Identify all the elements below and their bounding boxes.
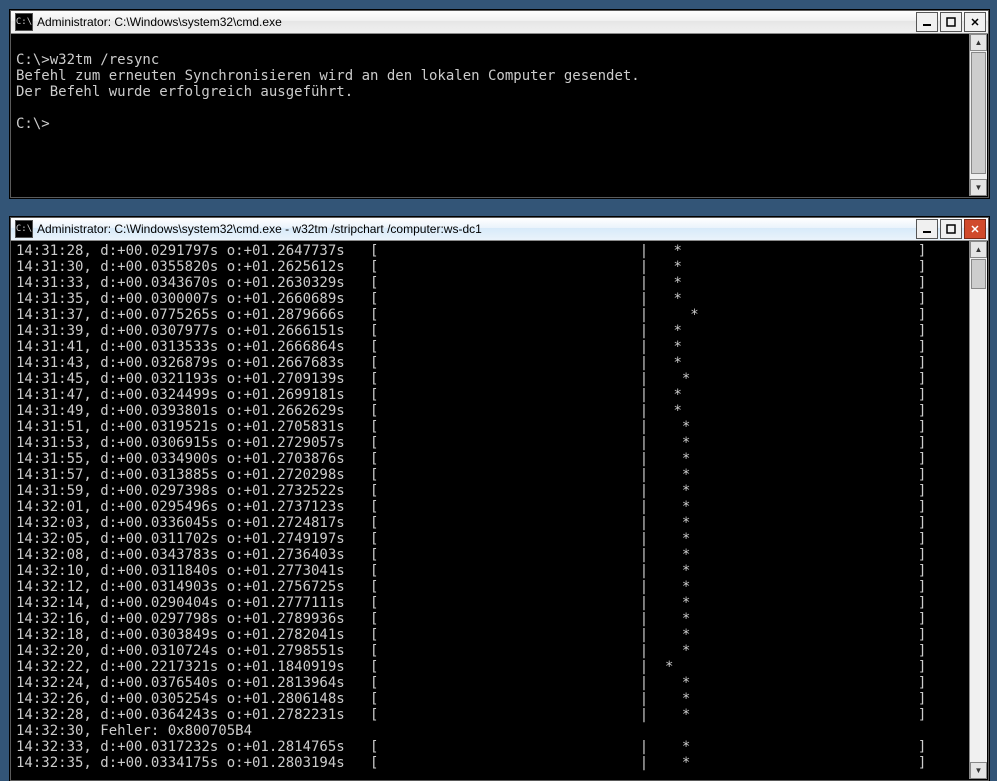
scroll-up-button[interactable]: ▲ <box>970 34 987 51</box>
window-title: Administrator: C:\Windows\system32\cmd.e… <box>37 15 914 29</box>
cmd-window-2: C:\ Administrator: C:\Windows\system32\c… <box>10 217 989 781</box>
terminal-client: C:\>w32tm /resync Befehl zum erneuten Sy… <box>12 34 987 196</box>
terminal-output[interactable]: 14:31:28, d:+00.0291797s o:+01.2647737s … <box>12 241 969 779</box>
scrollbar[interactable]: ▲ ▼ <box>969 34 987 196</box>
scroll-up-button[interactable]: ▲ <box>970 241 987 258</box>
maximize-button[interactable] <box>940 219 962 239</box>
window-controls <box>914 219 986 239</box>
minimize-button[interactable] <box>916 12 938 32</box>
scroll-thumb[interactable] <box>971 52 986 174</box>
titlebar[interactable]: C:\ Administrator: C:\Windows\system32\c… <box>11 218 988 241</box>
maximize-button[interactable] <box>940 12 962 32</box>
window-title: Administrator: C:\Windows\system32\cmd.e… <box>37 222 914 236</box>
scroll-down-button[interactable]: ▼ <box>970 179 987 196</box>
window-controls <box>914 12 986 32</box>
titlebar[interactable]: C:\ Administrator: C:\Windows\system32\c… <box>11 11 988 34</box>
cmd-icon: C:\ <box>15 13 33 31</box>
terminal-output[interactable]: C:\>w32tm /resync Befehl zum erneuten Sy… <box>12 34 969 196</box>
minimize-button[interactable] <box>916 219 938 239</box>
cmd-window-1: C:\ Administrator: C:\Windows\system32\c… <box>10 10 989 198</box>
scroll-down-button[interactable]: ▼ <box>970 762 987 779</box>
close-button[interactable] <box>964 219 986 239</box>
scroll-thumb[interactable] <box>971 259 986 289</box>
scrollbar[interactable]: ▲ ▼ <box>969 241 987 779</box>
cmd-icon: C:\ <box>15 220 33 238</box>
terminal-client: 14:31:28, d:+00.0291797s o:+01.2647737s … <box>12 241 987 779</box>
close-button[interactable] <box>964 12 986 32</box>
